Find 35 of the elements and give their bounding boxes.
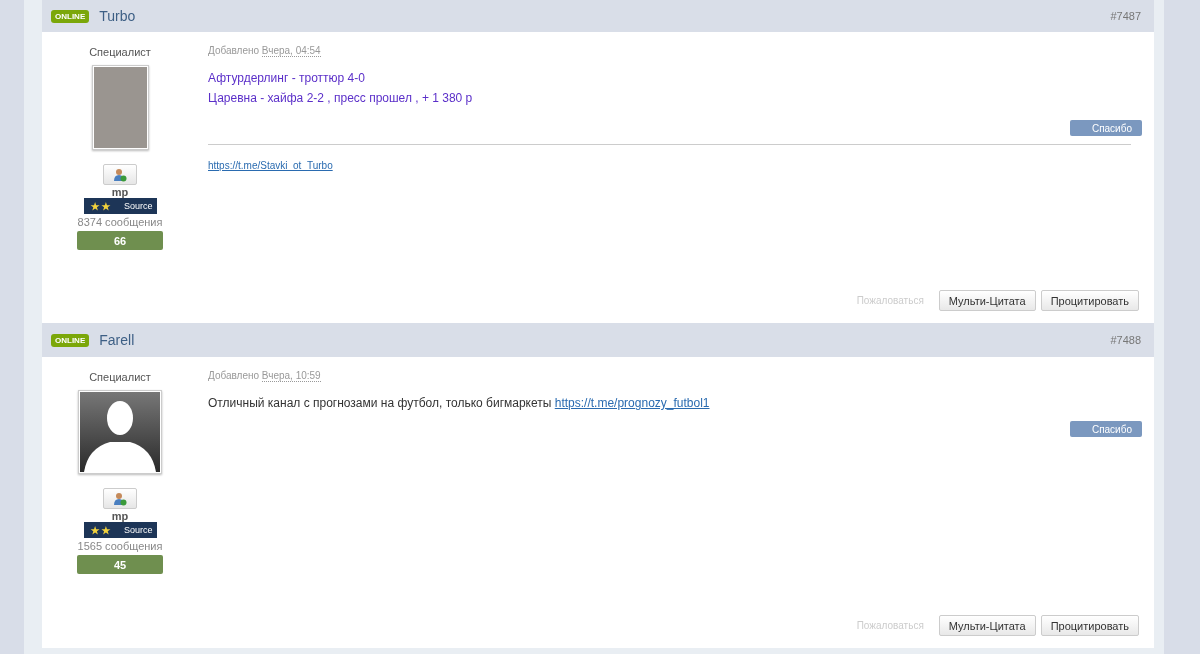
message-text: Афтурдерлинг - троттюр 4-0 <box>208 70 366 87</box>
username: mp <box>111 186 129 198</box>
rank-stars-icon <box>89 525 111 535</box>
user-add-icon <box>113 167 127 182</box>
message-link[interactable]: https://t.me/prognozy_futbol1 <box>554 396 710 410</box>
message-text: Царевна - хайфа 2-2 , пресс прошел , + 1 380 р <box>208 90 474 107</box>
thanks-button[interactable]: Спасибо <box>1069 421 1142 437</box>
online-badge: ONLINE <box>51 9 90 23</box>
user-add-icon <box>113 491 127 506</box>
signature-link[interactable]: https://t.me/Stavki_ot_Turbo <box>208 160 333 171</box>
rank-stars-icon <box>89 201 111 211</box>
message-text: Отличный канал с прогнозами на футбол, только бигмаркеты https://t.me/prognozy_futbol1 <box>208 395 711 412</box>
rank-label: Source <box>123 525 153 535</box>
user-group: Специалист <box>89 46 151 58</box>
username: mp <box>111 510 129 522</box>
add-friend-button[interactable] <box>103 488 137 509</box>
add-friend-button[interactable] <box>103 164 137 185</box>
reputation-badge: 66 <box>77 231 163 250</box>
author-link[interactable]: Turbo <box>99 8 136 24</box>
rank-label: Source <box>123 201 153 211</box>
post-date: Добавлено Вчера, 10:59 <box>208 369 322 383</box>
multiquote-button[interactable]: Мульти-Цитата <box>938 290 1036 311</box>
quote-button[interactable]: Процитировать <box>1040 615 1139 636</box>
post-date: Добавлено Вчера, 04:54 <box>208 44 322 58</box>
reputation-badge: 45 <box>77 555 163 574</box>
user-group: Специалист <box>89 371 151 383</box>
quote-button[interactable]: Процитировать <box>1040 290 1139 311</box>
post-number[interactable]: #7488 <box>1110 334 1141 346</box>
author-link[interactable]: Farell <box>99 332 135 348</box>
multiquote-button[interactable]: Мульти-Цитата <box>938 615 1036 636</box>
post-number[interactable]: #7487 <box>1110 10 1141 22</box>
post-count: 1565 сообщения <box>77 540 163 552</box>
thanks-button[interactable]: Спасибо <box>1069 120 1142 136</box>
online-badge: ONLINE <box>51 333 90 347</box>
post-count: 8374 сообщения <box>77 216 163 228</box>
